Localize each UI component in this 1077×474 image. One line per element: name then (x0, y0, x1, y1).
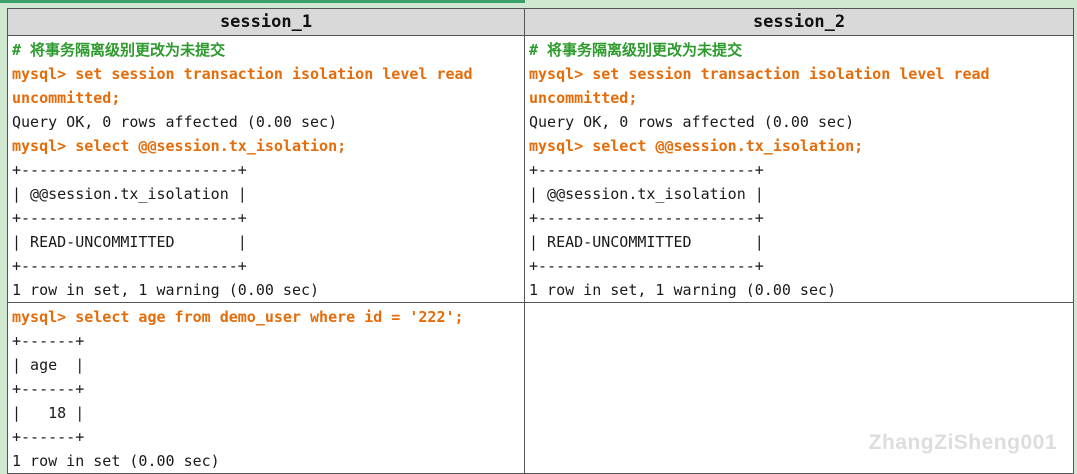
session1-cell-step2: mysql> select age from demo_user where i… (7, 302, 525, 474)
session1-block1: # 将事务隔离级别更改为未提交 mysql> set session transa… (8, 36, 524, 302)
session-comparison-table: session_1 session_2 # 将事务隔离级别更改为未提交 mysql… (7, 8, 1074, 474)
output-line: 1 row in set, 1 warning (0.00 sec) (12, 281, 320, 299)
top-accent-bar (0, 0, 525, 3)
output-line: Query OK, 0 rows affected (0.00 sec) (529, 113, 855, 131)
header-row: session_1 session_2 (7, 8, 1074, 36)
output-line: +------+ (12, 428, 85, 446)
output-line: | READ-UNCOMMITTED | (12, 233, 247, 251)
output-line: 1 row in set (0.00 sec) (12, 452, 220, 470)
session1-cell-step1: # 将事务隔离级别更改为未提交 mysql> set session transa… (7, 35, 525, 303)
output-line: +------------------------+ (12, 257, 247, 275)
step-row-1: # 将事务隔离级别更改为未提交 mysql> set session transa… (7, 35, 1074, 303)
output-line: +------------------------+ (12, 209, 247, 227)
command-line: mysql> select @@session.tx_isolation; (12, 137, 347, 155)
session1-block2: mysql> select age from demo_user where i… (8, 303, 524, 473)
output-line: +------------------------+ (529, 209, 764, 227)
output-line: | 18 | (12, 404, 85, 422)
command-line: mysql> select @@session.tx_isolation; (529, 137, 864, 155)
output-line: | age | (12, 356, 85, 374)
session2-header: session_2 (524, 8, 1074, 36)
output-line: +------+ (12, 332, 85, 350)
watermark-text: ZhangZiSheng001 (868, 431, 1057, 454)
command-line: mysql> set session transaction isolation… (12, 65, 473, 83)
session2-block2 (525, 303, 1073, 305)
session2-cell-step1: # 将事务隔离级别更改为未提交 mysql> set session transa… (524, 35, 1074, 303)
output-line: | @@session.tx_isolation | (12, 185, 247, 203)
output-line: +------+ (12, 380, 85, 398)
output-line: Query OK, 0 rows affected (0.00 sec) (12, 113, 338, 131)
output-line: | READ-UNCOMMITTED | (529, 233, 764, 251)
command-line: mysql> select age from demo_user where i… (12, 308, 464, 326)
command-line: uncommitted; (12, 89, 121, 107)
session2-block1: # 将事务隔离级别更改为未提交 mysql> set session transa… (525, 36, 1073, 302)
output-line: +------------------------+ (12, 161, 247, 179)
output-line: +------------------------+ (529, 257, 764, 275)
output-line: 1 row in set, 1 warning (0.00 sec) (529, 281, 837, 299)
output-line: | @@session.tx_isolation | (529, 185, 764, 203)
command-line: mysql> set session transaction isolation… (529, 65, 990, 83)
comment-line: # 将事务隔离级别更改为未提交 (12, 41, 226, 59)
session1-header: session_1 (7, 8, 525, 36)
output-line: +------------------------+ (529, 161, 764, 179)
comment-line: # 将事务隔离级别更改为未提交 (529, 41, 743, 59)
command-line: uncommitted; (529, 89, 638, 107)
